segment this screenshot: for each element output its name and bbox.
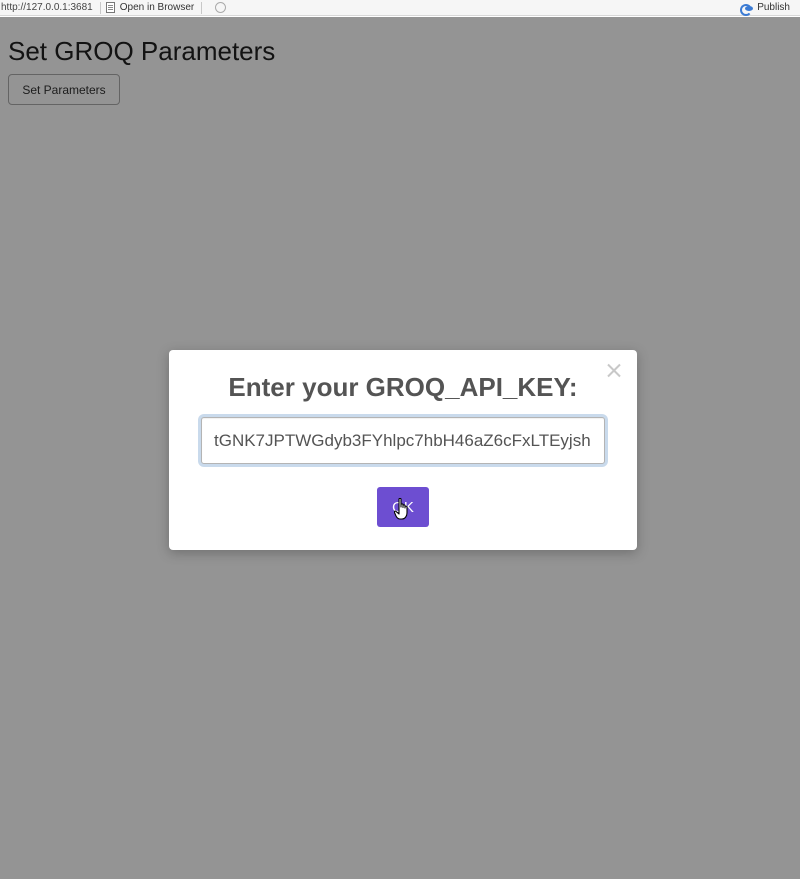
api-key-input[interactable] xyxy=(201,417,605,464)
ok-button[interactable]: OK xyxy=(377,487,429,527)
publish-icon xyxy=(740,3,754,16)
document-icon xyxy=(105,2,115,13)
open-in-browser-label: Open in Browser xyxy=(119,2,195,13)
toolbar-divider xyxy=(99,1,101,14)
toolbar-divider xyxy=(201,1,203,14)
open-in-browser-button[interactable]: Open in Browser xyxy=(105,2,195,13)
dialog-title: Enter your GROQ_API_KEY: xyxy=(228,372,578,402)
refresh-icon[interactable] xyxy=(215,2,227,13)
viewer-url[interactable]: http://127.0.0.1:3681 xyxy=(0,2,93,13)
viewer-toolbar: http://127.0.0.1:3681 Open in Browser Pu… xyxy=(0,0,800,16)
publish-label: Publish xyxy=(757,2,790,13)
publish-button[interactable]: Publish xyxy=(740,2,800,16)
api-key-dialog: Enter your GROQ_API_KEY: OK xyxy=(169,350,637,550)
